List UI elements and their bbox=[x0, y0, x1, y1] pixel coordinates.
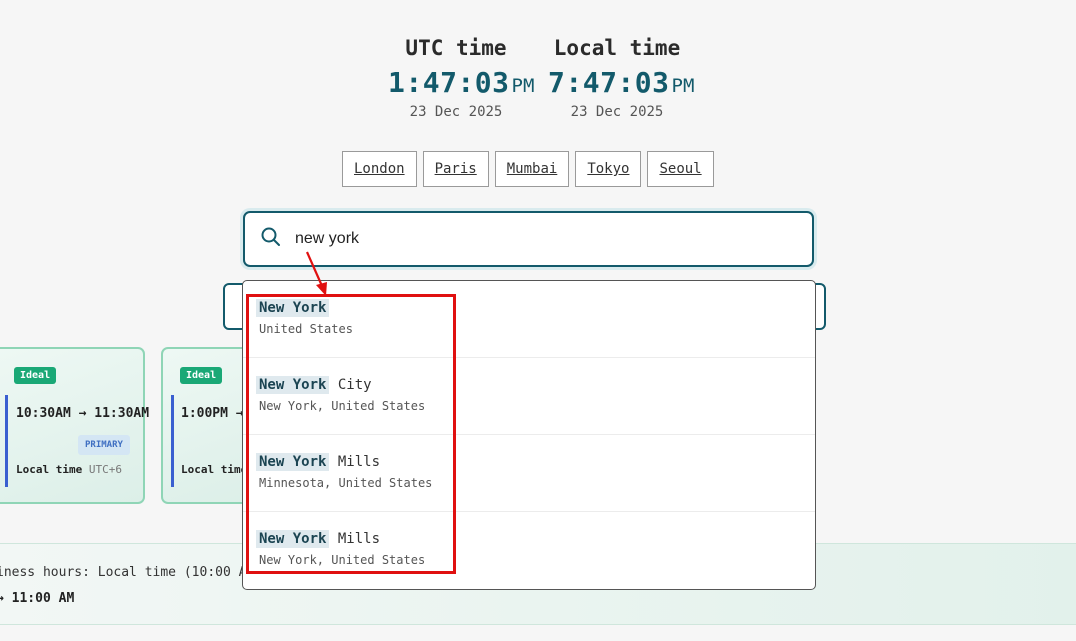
suggestion-item[interactable]: New York Mills Minnesota, United States bbox=[243, 435, 815, 512]
search-suggestions-dropdown: New York United States New York City New… bbox=[242, 280, 816, 590]
primary-badge: PRIMARY bbox=[78, 435, 130, 455]
city-quick-buttons: London Paris Mumbai Tokyo Seoul bbox=[342, 151, 714, 187]
suggestion-region: New York, United States bbox=[259, 399, 426, 413]
city-button-paris[interactable]: Paris bbox=[422, 151, 489, 187]
city-button-london[interactable]: London bbox=[342, 151, 417, 187]
business-hours-range: → 11:00 AM bbox=[0, 591, 75, 606]
suggestion-region: United States bbox=[259, 322, 353, 336]
suggestion-region: Minnesota, United States bbox=[259, 476, 433, 490]
suggestion-name: New York bbox=[256, 299, 330, 317]
local-time-label: Local time bbox=[16, 463, 83, 476]
suggestion-item[interactable]: New York City New York, United States bbox=[243, 358, 815, 435]
suggestion-match: New York bbox=[256, 376, 330, 394]
utc-clock-title: UTC time bbox=[405, 36, 507, 60]
local-time-label: Local time bbox=[181, 463, 248, 476]
local-clock-time: 7:47:03 PM bbox=[548, 66, 694, 100]
city-button-tokyo[interactable]: Tokyo bbox=[575, 151, 642, 187]
card-accent-bar bbox=[5, 395, 8, 487]
utc-time-value: 1:47:03 bbox=[388, 66, 510, 99]
suggestion-rest: Mills bbox=[337, 454, 381, 470]
meeting-slot-card[interactable]: Ideal 10:30AM → 11:30AM PRIMARY Local ti… bbox=[0, 347, 149, 504]
slot-time-range: 10:30AM → 11:30AM bbox=[16, 406, 150, 421]
ideal-badge: Ideal bbox=[14, 367, 57, 384]
suggestion-rest: Mills bbox=[337, 531, 381, 547]
card-accent-bar bbox=[171, 395, 174, 487]
local-time-value: 7:47:03 bbox=[548, 66, 670, 99]
city-button-mumbai[interactable]: Mumbai bbox=[494, 151, 570, 187]
suggestion-name: New York City bbox=[256, 376, 372, 394]
slot-local-time: Local time UTC+6 bbox=[16, 463, 122, 476]
local-clock: Local time 7:47:03 PM 23 Dec 2025 bbox=[548, 34, 694, 120]
city-search-box[interactable] bbox=[243, 211, 814, 267]
suggestion-item[interactable]: New York Mills New York, United States bbox=[243, 512, 815, 589]
utc-clock-date: 23 Dec 2025 bbox=[409, 104, 503, 120]
business-hours-text: iness hours: Local time (10:00 AM) bbox=[0, 565, 263, 580]
local-time-ampm: PM bbox=[671, 75, 695, 97]
suggestion-name: New York Mills bbox=[256, 453, 381, 471]
suggestion-match: New York bbox=[256, 299, 330, 317]
suggestion-rest: City bbox=[337, 377, 372, 393]
utc-clock-time: 1:47:03 PM bbox=[388, 66, 534, 100]
ideal-badge: Ideal bbox=[180, 367, 223, 384]
city-button-seoul[interactable]: Seoul bbox=[647, 151, 714, 187]
local-clock-date: 23 Dec 2025 bbox=[570, 104, 664, 120]
suggestion-match: New York bbox=[256, 530, 330, 548]
suggestion-item[interactable]: New York United States bbox=[243, 281, 815, 358]
local-clock-title: Local time bbox=[553, 36, 681, 60]
suggestion-region: New York, United States bbox=[259, 553, 426, 567]
utc-time-ampm: PM bbox=[511, 75, 535, 97]
utc-offset: UTC+6 bbox=[88, 463, 122, 476]
suggestion-match: New York bbox=[256, 453, 330, 471]
slot-local-time: Local time bbox=[181, 463, 247, 476]
search-icon bbox=[261, 227, 280, 246]
utc-clock: UTC time 1:47:03 PM 23 Dec 2025 bbox=[388, 34, 534, 120]
suggestion-name: New York Mills bbox=[256, 530, 381, 548]
city-search-input[interactable] bbox=[293, 225, 793, 253]
